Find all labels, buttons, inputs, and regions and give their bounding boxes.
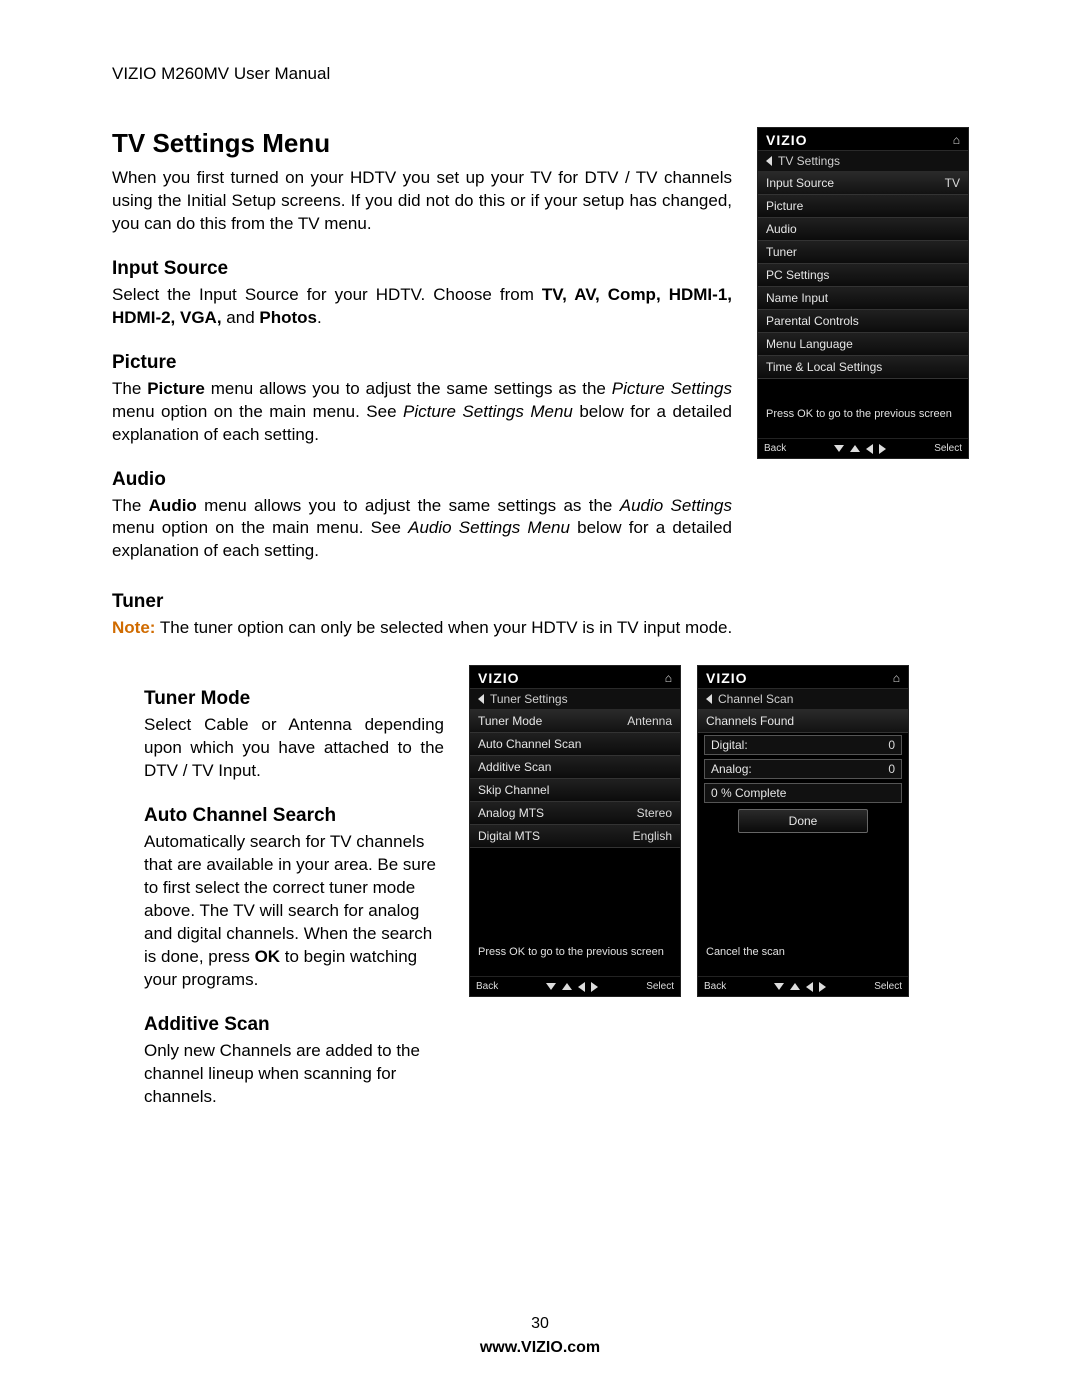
- osd-select-label: Select: [874, 981, 902, 992]
- osd-select-label: Select: [934, 443, 962, 454]
- osd1-breadcrumb: TV Settings: [758, 151, 968, 172]
- auto-channel-search-paragraph: Automatically search for TV channels tha…: [144, 831, 444, 992]
- osd-back-label: Back: [764, 443, 786, 454]
- osd-select-label: Select: [646, 981, 674, 992]
- osd1-row-picture: Picture: [758, 195, 968, 218]
- osd-tv-settings: VIZIO ⌂ TV Settings Input Source TV Pict…: [758, 128, 968, 458]
- additive-scan-paragraph: Only new Channels are added to the chann…: [144, 1040, 444, 1109]
- osd2-row-digital-mts: Digital MTSEnglish: [470, 825, 680, 848]
- picture-paragraph: The Picture menu allows you to adjust th…: [112, 378, 732, 447]
- nav-down-icon: [546, 983, 556, 990]
- osd1-row-tuner: Tuner: [758, 241, 968, 264]
- osd3-row-channels-found: Channels Found: [698, 710, 908, 733]
- vizio-logo: VIZIO: [766, 132, 808, 148]
- intro-paragraph: When you first turned on your HDTV you s…: [112, 167, 732, 236]
- nav-up-icon: [790, 983, 800, 990]
- heading-tuner: Tuner: [112, 591, 968, 613]
- nav-right-icon: [591, 982, 598, 992]
- heading-additive-scan: Additive Scan: [144, 1014, 444, 1036]
- home-icon: ⌂: [665, 671, 672, 685]
- osd1-prev-msg: Press OK to go to the previous screen: [758, 402, 968, 438]
- nav-up-icon: [850, 445, 860, 452]
- osd3-breadcrumb: Channel Scan: [698, 689, 908, 710]
- osd2-row-additive-scan: Additive Scan: [470, 756, 680, 779]
- nav-left-icon: [866, 444, 873, 454]
- osd1-row-pc-settings: PC Settings: [758, 264, 968, 287]
- osd3-row-complete: 0 % Complete: [704, 783, 902, 803]
- input-source-paragraph: Select the Input Source for your HDTV. C…: [112, 284, 732, 330]
- page-title: TV Settings Menu: [112, 128, 732, 159]
- nav-right-icon: [819, 982, 826, 992]
- osd2-row-analog-mts: Analog MTSStereo: [470, 802, 680, 825]
- back-arrow-icon: [478, 694, 484, 704]
- heading-input-source: Input Source: [112, 258, 732, 280]
- nav-right-icon: [879, 444, 886, 454]
- tuner-note: Note: The tuner option can only be selec…: [112, 617, 968, 640]
- vizio-logo: VIZIO: [478, 670, 520, 686]
- heading-picture: Picture: [112, 352, 732, 374]
- osd1-row-time-local: Time & Local Settings: [758, 356, 968, 379]
- osd2-breadcrumb: Tuner Settings: [470, 689, 680, 710]
- home-icon: ⌂: [953, 133, 960, 147]
- page-number: 30: [0, 1315, 1080, 1333]
- osd-back-label: Back: [476, 981, 498, 992]
- nav-left-icon: [806, 982, 813, 992]
- osd1-row-parental-controls: Parental Controls: [758, 310, 968, 333]
- footer-url: www.VIZIO.com: [0, 1339, 1080, 1357]
- audio-paragraph: The Audio menu allows you to adjust the …: [112, 495, 732, 564]
- osd3-row-digital: Digital:0: [704, 735, 902, 755]
- osd3-row-analog: Analog:0: [704, 759, 902, 779]
- nav-down-icon: [774, 983, 784, 990]
- doc-header: VIZIO M260MV User Manual: [112, 64, 968, 84]
- osd1-row-audio: Audio: [758, 218, 968, 241]
- heading-audio: Audio: [112, 469, 732, 491]
- heading-auto-channel-search: Auto Channel Search: [144, 805, 444, 827]
- osd2-row-auto-channel-scan: Auto Channel Scan: [470, 733, 680, 756]
- nav-down-icon: [834, 445, 844, 452]
- back-arrow-icon: [706, 694, 712, 704]
- heading-tuner-mode: Tuner Mode: [144, 688, 444, 710]
- osd-back-label: Back: [704, 981, 726, 992]
- vizio-logo: VIZIO: [706, 670, 748, 686]
- tuner-mode-paragraph: Select Cable or Antenna depending upon w…: [144, 714, 444, 783]
- home-icon: ⌂: [893, 671, 900, 685]
- nav-up-icon: [562, 983, 572, 990]
- osd2-prev-msg: Press OK to go to the previous screen: [470, 940, 680, 976]
- nav-left-icon: [578, 982, 585, 992]
- osd1-row-name-input: Name Input: [758, 287, 968, 310]
- osd-channel-scan: VIZIO ⌂ Channel Scan Channels Found Digi…: [698, 666, 908, 996]
- osd3-cancel-msg: Cancel the scan: [698, 940, 908, 976]
- osd3-done-button: Done: [738, 809, 868, 833]
- back-arrow-icon: [766, 156, 772, 166]
- osd-tuner-settings: VIZIO ⌂ Tuner Settings Tuner ModeAntenna…: [470, 666, 680, 996]
- osd2-row-skip-channel: Skip Channel: [470, 779, 680, 802]
- osd1-row-input-source: Input Source TV: [758, 172, 968, 195]
- page-footer: 30 www.VIZIO.com: [0, 1315, 1080, 1357]
- osd2-row-tuner-mode: Tuner ModeAntenna: [470, 710, 680, 733]
- osd1-row-menu-language: Menu Language: [758, 333, 968, 356]
